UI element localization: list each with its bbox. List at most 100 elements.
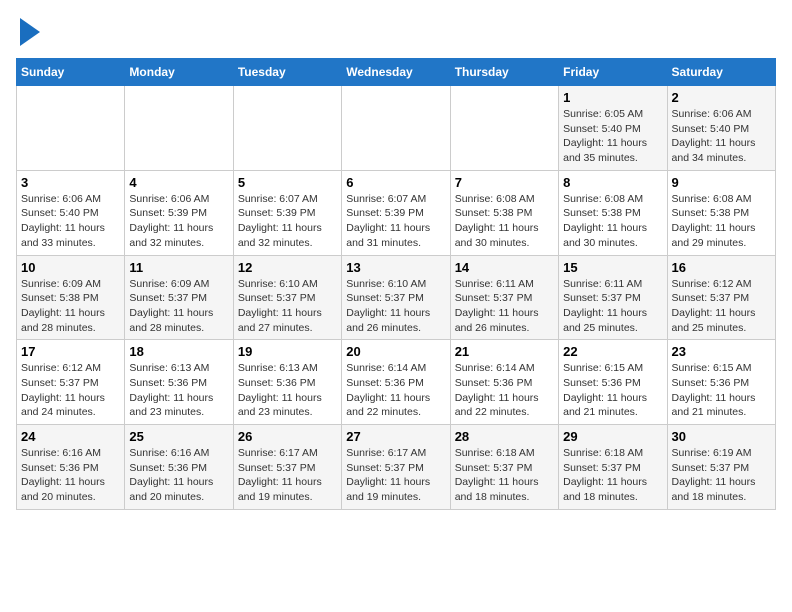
calendar-cell: 11Sunrise: 6:09 AM Sunset: 5:37 PM Dayli… [125,255,233,340]
day-number: 24 [21,429,120,444]
day-number: 8 [563,175,662,190]
day-info: Sunrise: 6:16 AM Sunset: 5:36 PM Dayligh… [129,446,228,505]
day-info: Sunrise: 6:15 AM Sunset: 5:36 PM Dayligh… [563,361,662,420]
day-number: 7 [455,175,554,190]
calendar-cell: 29Sunrise: 6:18 AM Sunset: 5:37 PM Dayli… [559,425,667,510]
day-number: 22 [563,344,662,359]
calendar-cell: 16Sunrise: 6:12 AM Sunset: 5:37 PM Dayli… [667,255,775,340]
day-info: Sunrise: 6:08 AM Sunset: 5:38 PM Dayligh… [563,192,662,251]
day-info: Sunrise: 6:09 AM Sunset: 5:38 PM Dayligh… [21,277,120,336]
calendar-cell: 5 Sunrise: 6:07 AM Sunset: 5:39 PM Daylig… [233,170,341,255]
calendar-cell: 13 Sunrise: 6:10 AM Sunset: 5:37 PM Dayli… [342,255,450,340]
calendar-cell: 1 Sunrise: 6:05 AM Sunset: 5:40 PM Daylig… [559,86,667,171]
calendar-week-4: 17 Sunrise: 6:12 AM Sunset: 5:37 PM Dayli… [17,340,776,425]
calendar-cell: 18 Sunrise: 6:13 AM Sunset: 5:36 PM Dayli… [125,340,233,425]
calendar-table: SundayMondayTuesdayWednesdayThursdayFrid… [16,58,776,510]
calendar-body: 1 Sunrise: 6:05 AM Sunset: 5:40 PM Daylig… [17,86,776,510]
day-number: 2 [672,90,771,105]
day-info: Sunrise: 6:15 AM Sunset: 5:36 PM Dayligh… [672,361,771,420]
header-wednesday: Wednesday [342,59,450,86]
calendar-cell: 26 Sunrise: 6:17 AM Sunset: 5:37 PM Dayli… [233,425,341,510]
day-number: 5 [238,175,337,190]
calendar-cell [450,86,558,171]
header-friday: Friday [559,59,667,86]
calendar-cell: 27 Sunrise: 6:17 AM Sunset: 5:37 PM Dayli… [342,425,450,510]
day-number: 9 [672,175,771,190]
calendar-week-3: 10 Sunrise: 6:09 AM Sunset: 5:38 PM Dayli… [17,255,776,340]
day-info: Sunrise: 6:12 AM Sunset: 5:37 PM Dayligh… [21,361,120,420]
calendar-cell: 2 Sunrise: 6:06 AM Sunset: 5:40 PM Daylig… [667,86,775,171]
day-number: 26 [238,429,337,444]
calendar-week-1: 1 Sunrise: 6:05 AM Sunset: 5:40 PM Daylig… [17,86,776,171]
calendar-header-row: SundayMondayTuesdayWednesdayThursdayFrid… [17,59,776,86]
calendar-cell: 4Sunrise: 6:06 AM Sunset: 5:39 PM Daylig… [125,170,233,255]
calendar-cell: 25Sunrise: 6:16 AM Sunset: 5:36 PM Dayli… [125,425,233,510]
day-info: Sunrise: 6:06 AM Sunset: 5:40 PM Dayligh… [672,107,771,166]
day-info: Sunrise: 6:11 AM Sunset: 5:37 PM Dayligh… [563,277,662,336]
day-info: Sunrise: 6:13 AM Sunset: 5:36 PM Dayligh… [238,361,337,420]
calendar-cell [125,86,233,171]
day-number: 3 [21,175,120,190]
calendar-cell: 21Sunrise: 6:14 AM Sunset: 5:36 PM Dayli… [450,340,558,425]
day-info: Sunrise: 6:17 AM Sunset: 5:37 PM Dayligh… [238,446,337,505]
day-number: 17 [21,344,120,359]
calendar-week-2: 3 Sunrise: 6:06 AM Sunset: 5:40 PM Daylig… [17,170,776,255]
calendar-cell: 10 Sunrise: 6:09 AM Sunset: 5:38 PM Dayli… [17,255,125,340]
day-info: Sunrise: 6:05 AM Sunset: 5:40 PM Dayligh… [563,107,662,166]
day-number: 19 [238,344,337,359]
header-thursday: Thursday [450,59,558,86]
day-number: 1 [563,90,662,105]
day-info: Sunrise: 6:08 AM Sunset: 5:38 PM Dayligh… [672,192,771,251]
calendar-cell: 9 Sunrise: 6:08 AM Sunset: 5:38 PM Daylig… [667,170,775,255]
calendar-cell: 24 Sunrise: 6:16 AM Sunset: 5:36 PM Dayli… [17,425,125,510]
day-info: Sunrise: 6:10 AM Sunset: 5:37 PM Dayligh… [346,277,445,336]
day-info: Sunrise: 6:16 AM Sunset: 5:36 PM Dayligh… [21,446,120,505]
header-monday: Monday [125,59,233,86]
calendar-cell: 15 Sunrise: 6:11 AM Sunset: 5:37 PM Dayli… [559,255,667,340]
calendar-cell: 7 Sunrise: 6:08 AM Sunset: 5:38 PM Daylig… [450,170,558,255]
day-number: 30 [672,429,771,444]
calendar-cell: 30 Sunrise: 6:19 AM Sunset: 5:37 PM Dayli… [667,425,775,510]
day-number: 27 [346,429,445,444]
calendar-cell: 14Sunrise: 6:11 AM Sunset: 5:37 PM Dayli… [450,255,558,340]
day-number: 16 [672,260,771,275]
calendar-cell: 19 Sunrise: 6:13 AM Sunset: 5:36 PM Dayli… [233,340,341,425]
day-info: Sunrise: 6:17 AM Sunset: 5:37 PM Dayligh… [346,446,445,505]
calendar-cell: 8 Sunrise: 6:08 AM Sunset: 5:38 PM Daylig… [559,170,667,255]
day-number: 13 [346,260,445,275]
calendar-cell: 23 Sunrise: 6:15 AM Sunset: 5:36 PM Dayli… [667,340,775,425]
calendar-cell: 3 Sunrise: 6:06 AM Sunset: 5:40 PM Daylig… [17,170,125,255]
day-number: 10 [21,260,120,275]
day-info: Sunrise: 6:14 AM Sunset: 5:36 PM Dayligh… [455,361,554,420]
day-number: 23 [672,344,771,359]
day-number: 11 [129,260,228,275]
header-sunday: Sunday [17,59,125,86]
day-info: Sunrise: 6:07 AM Sunset: 5:39 PM Dayligh… [238,192,337,251]
day-number: 20 [346,344,445,359]
day-info: Sunrise: 6:06 AM Sunset: 5:40 PM Dayligh… [21,192,120,251]
day-number: 18 [129,344,228,359]
day-info: Sunrise: 6:18 AM Sunset: 5:37 PM Dayligh… [563,446,662,505]
day-info: Sunrise: 6:06 AM Sunset: 5:39 PM Dayligh… [129,192,228,251]
calendar-cell: 12 Sunrise: 6:10 AM Sunset: 5:37 PM Dayli… [233,255,341,340]
calendar-cell: 20 Sunrise: 6:14 AM Sunset: 5:36 PM Dayli… [342,340,450,425]
day-number: 12 [238,260,337,275]
calendar-cell [17,86,125,171]
logo [16,16,40,46]
day-info: Sunrise: 6:10 AM Sunset: 5:37 PM Dayligh… [238,277,337,336]
day-info: Sunrise: 6:18 AM Sunset: 5:37 PM Dayligh… [455,446,554,505]
logo-arrow-icon [20,18,40,46]
day-info: Sunrise: 6:19 AM Sunset: 5:37 PM Dayligh… [672,446,771,505]
day-info: Sunrise: 6:07 AM Sunset: 5:39 PM Dayligh… [346,192,445,251]
page-header [16,16,776,46]
day-info: Sunrise: 6:11 AM Sunset: 5:37 PM Dayligh… [455,277,554,336]
day-info: Sunrise: 6:14 AM Sunset: 5:36 PM Dayligh… [346,361,445,420]
calendar-cell: 22 Sunrise: 6:15 AM Sunset: 5:36 PM Dayli… [559,340,667,425]
calendar-cell [342,86,450,171]
day-info: Sunrise: 6:08 AM Sunset: 5:38 PM Dayligh… [455,192,554,251]
day-number: 15 [563,260,662,275]
calendar-cell: 17 Sunrise: 6:12 AM Sunset: 5:37 PM Dayli… [17,340,125,425]
header-tuesday: Tuesday [233,59,341,86]
day-info: Sunrise: 6:13 AM Sunset: 5:36 PM Dayligh… [129,361,228,420]
calendar-week-5: 24 Sunrise: 6:16 AM Sunset: 5:36 PM Dayli… [17,425,776,510]
